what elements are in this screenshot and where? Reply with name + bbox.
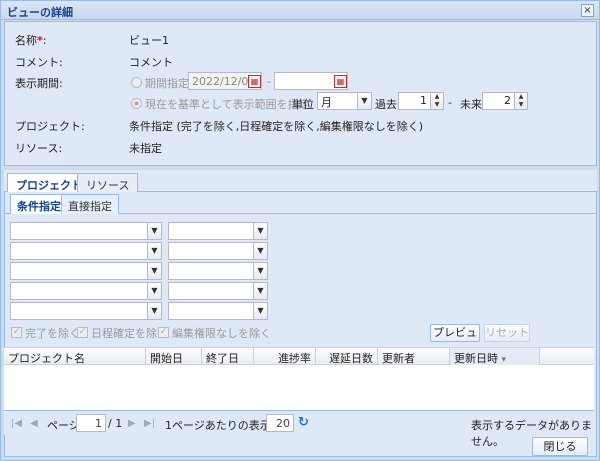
future-dash: - xyxy=(448,96,452,109)
dialog-footer: 閉じる xyxy=(4,435,597,459)
project-value: 条件指定 (完了を除く,日程確定を除く,編集権限なしを除く) xyxy=(129,120,424,133)
last-page-icon[interactable]: ▶| xyxy=(144,418,155,429)
page-total: / 1 xyxy=(108,417,123,430)
period-relative-label: 現在を基準として表示範囲を指定 xyxy=(145,98,310,111)
condition-value-select[interactable]: ▼ xyxy=(168,302,268,320)
project-grid-header: プロジェクト名 開始日 終了日 進捗率 遅延日数 更新者 更新日時 ▾ xyxy=(4,347,594,365)
calendar-icon[interactable]: ▦ xyxy=(248,75,261,88)
exclude-no-edit-label: 編集権限なしを除く xyxy=(172,327,271,340)
period-range-label: 期間指定 xyxy=(145,77,189,90)
refresh-icon[interactable]: ↻ xyxy=(298,415,309,430)
column-updater[interactable]: 更新者 xyxy=(378,348,450,365)
chevron-down-icon[interactable]: ▼ xyxy=(357,93,371,109)
comment-value: コメント xyxy=(129,56,173,69)
name-label: 名称*: xyxy=(15,32,46,48)
unit-select-value: 月 xyxy=(321,96,332,109)
name-colon: : xyxy=(42,34,47,47)
calendar-icon[interactable]: ▦ xyxy=(334,75,347,88)
view-details-dialog: ビューの詳細 × 名称*: ビュー1 コメント: コメント 表示期間: 期間指定… xyxy=(0,0,600,461)
exclude-fixed-schedule-label: 日程確定を除く xyxy=(91,327,168,340)
condition-field-select[interactable]: ▼ xyxy=(10,222,162,240)
reset-button[interactable]: リセット xyxy=(484,324,530,342)
tab-direct[interactable]: 直接指定 xyxy=(61,194,119,214)
unit-label: 単位 xyxy=(292,98,314,111)
future-spinner-value: 2 xyxy=(504,94,511,107)
sort-desc-icon: ▾ xyxy=(501,355,507,365)
chevron-down-icon[interactable]: ▼ xyxy=(147,223,161,239)
paging-toolbar: |◀ ◀ ページ / 1 ▶ ▶| 1ページあたりの表示件数 ↻ 表示するデータ… xyxy=(4,410,594,448)
first-page-icon[interactable]: |◀ xyxy=(11,418,22,429)
spinner-arrows-icon[interactable]: ▲ ▼ xyxy=(430,93,443,109)
close-button[interactable]: 閉じる xyxy=(532,437,588,456)
column-end-date[interactable]: 終了日 xyxy=(202,348,254,365)
column-project-name[interactable]: プロジェクト名 xyxy=(4,348,146,365)
condition-area: ▼ ▼ ▼ ▼ ▼ ▼ ▼ ▼ ▼ ▼ ✓ 完了を除く ✓ 日程確定を除く ✓ … xyxy=(5,214,596,355)
chevron-down-icon[interactable]: ▼ xyxy=(253,263,267,279)
exclude-completed-checkbox[interactable]: ✓ xyxy=(11,327,22,338)
column-start-date[interactable]: 開始日 xyxy=(146,348,202,365)
period-range-radio[interactable] xyxy=(131,77,142,88)
column-updated-at-label: 更新日時 xyxy=(454,352,498,365)
past-spinner[interactable]: 1 ▲ ▼ xyxy=(398,92,444,110)
main-tab-bar: プロジェクト リソース xyxy=(4,170,597,193)
condition-field-select[interactable]: ▼ xyxy=(10,282,162,300)
close-icon[interactable]: × xyxy=(581,4,594,17)
period-label: 表示期間: xyxy=(15,77,63,90)
view-form-panel: 名称*: ビュー1 コメント: コメント 表示期間: 期間指定 ▦ - ▦ 現在… xyxy=(4,21,597,166)
exclude-fixed-schedule-checkbox[interactable]: ✓ xyxy=(77,327,88,338)
condition-field-select[interactable]: ▼ xyxy=(10,242,162,260)
column-updated-at[interactable]: 更新日時 ▾ xyxy=(450,348,540,365)
chevron-down-icon[interactable]: ▼ xyxy=(147,263,161,279)
chevron-down-icon[interactable]: ▼ xyxy=(147,243,161,259)
past-spinner-value: 1 xyxy=(420,94,427,107)
past-label: 過去 xyxy=(375,98,397,111)
column-progress[interactable]: 進捗率 xyxy=(254,348,316,365)
condition-value-select[interactable]: ▼ xyxy=(168,262,268,280)
condition-value-select[interactable]: ▼ xyxy=(168,222,268,240)
project-grid-body xyxy=(4,365,594,410)
period-relative-radio[interactable] xyxy=(131,98,142,109)
chevron-down-icon[interactable]: ▼ xyxy=(253,243,267,259)
condition-value-select[interactable]: ▼ xyxy=(168,282,268,300)
resource-label: リソース: xyxy=(15,142,63,155)
prev-page-icon[interactable]: ◀ xyxy=(30,418,38,429)
preview-button[interactable]: プレビュー xyxy=(430,324,480,355)
tab-resource[interactable]: リソース xyxy=(77,173,139,192)
name-label-text: 名称 xyxy=(15,34,37,47)
future-spinner[interactable]: 2 ▲ ▼ xyxy=(482,92,528,110)
spinner-arrows-icon[interactable]: ▲ ▼ xyxy=(514,93,527,109)
chevron-down-icon[interactable]: ▼ xyxy=(253,283,267,299)
comment-label: コメント: xyxy=(15,56,63,69)
period-dash: - xyxy=(267,75,271,88)
exclude-completed-label: 完了を除く xyxy=(25,327,80,340)
condition-field-select[interactable]: ▼ xyxy=(10,302,162,320)
page-label: ページ xyxy=(47,419,80,432)
chevron-down-icon[interactable]: ▼ xyxy=(253,223,267,239)
chevron-down-icon[interactable]: ▼ xyxy=(253,303,267,319)
tab-condition[interactable]: 条件指定 xyxy=(10,194,68,214)
dialog-title: ビューの詳細 xyxy=(7,6,73,19)
exclude-no-edit-checkbox[interactable]: ✓ xyxy=(158,327,169,338)
sub-tab-bar: 条件指定 直接指定 xyxy=(5,192,596,214)
future-label: 未来 xyxy=(460,98,482,111)
condition-field-select[interactable]: ▼ xyxy=(10,262,162,280)
unit-select[interactable]: 月 ▼ xyxy=(317,92,372,110)
chevron-down-icon[interactable]: ▼ xyxy=(147,283,161,299)
condition-value-select[interactable]: ▼ xyxy=(168,242,268,260)
per-page-input[interactable] xyxy=(266,414,294,432)
name-value: ビュー1 xyxy=(129,34,169,47)
dialog-titlebar[interactable]: ビューの詳細 × xyxy=(1,1,599,20)
chevron-down-icon[interactable]: ▼ xyxy=(147,303,161,319)
next-page-icon[interactable]: ▶ xyxy=(128,418,136,429)
page-number-input[interactable] xyxy=(76,414,106,432)
resource-value: 未指定 xyxy=(129,142,162,155)
project-label: プロジェクト: xyxy=(15,120,85,133)
column-delay-days[interactable]: 遅延日数 xyxy=(316,348,378,365)
